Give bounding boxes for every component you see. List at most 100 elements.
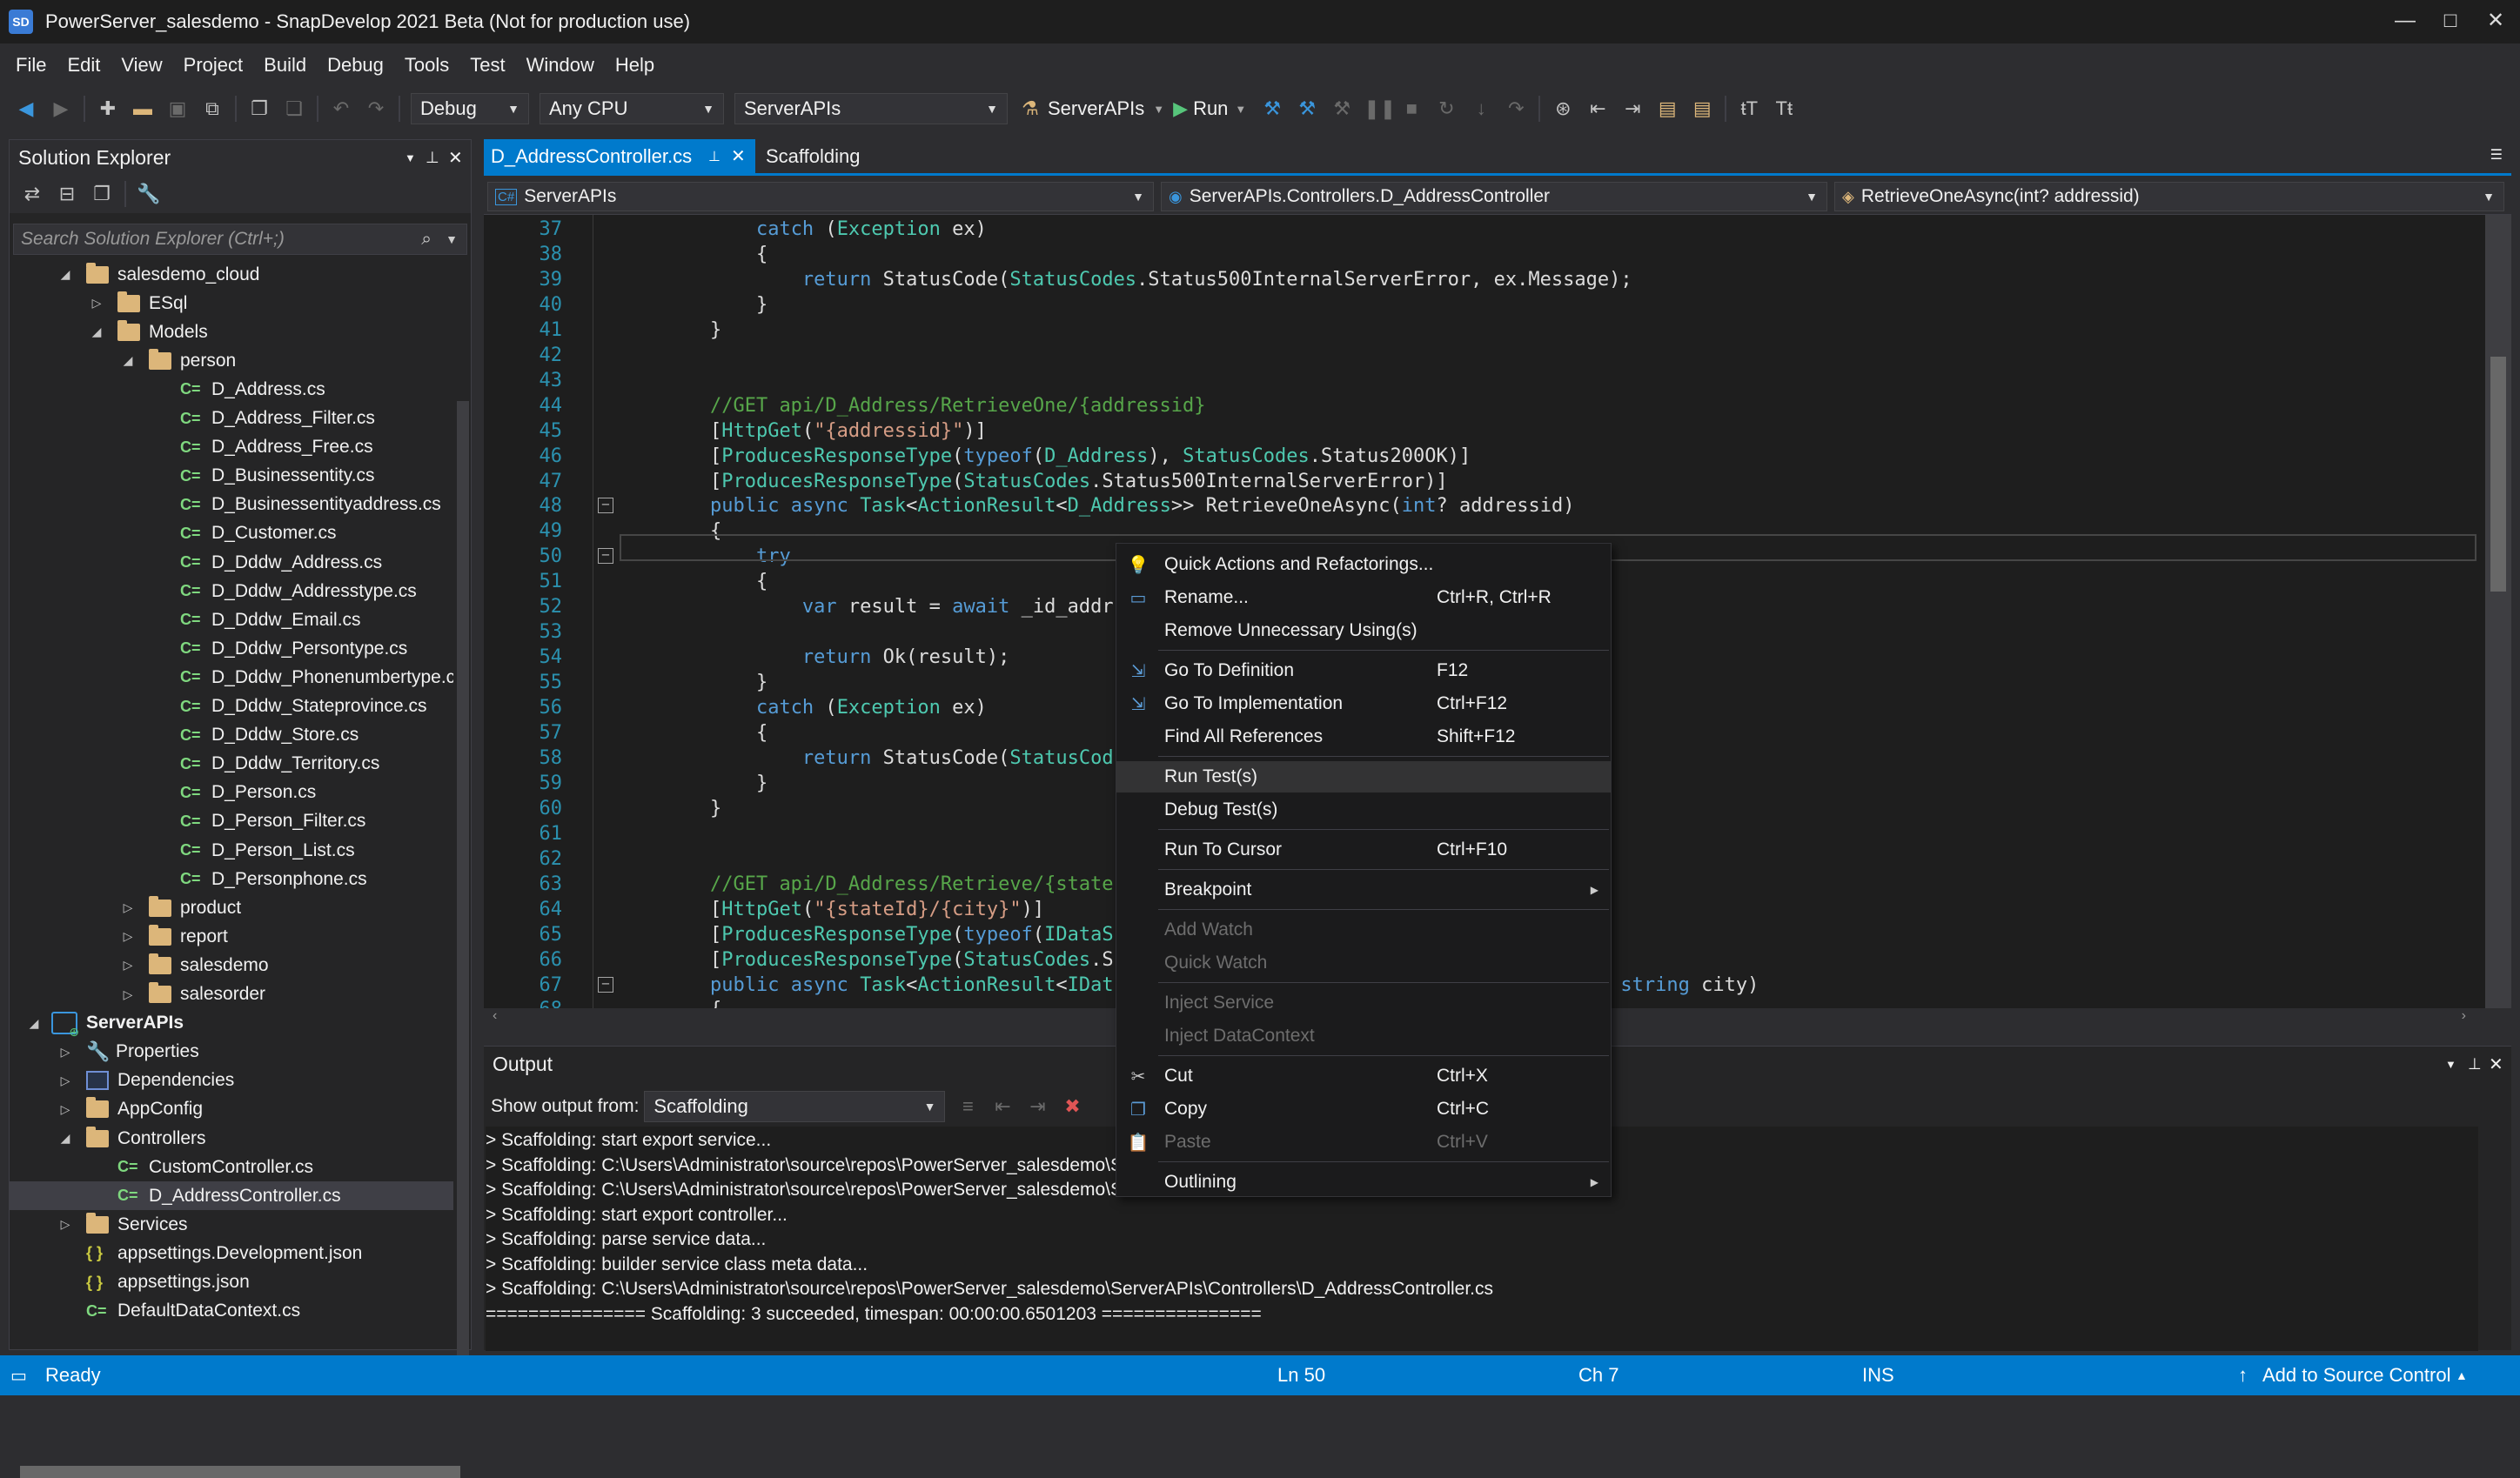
context-menu-item[interactable]: 💡 Quick Actions and Refactorings... (1116, 549, 1611, 580)
maximize-button[interactable]: □ (2433, 7, 2468, 35)
code-line[interactable]: 38 { (484, 242, 2485, 267)
expanded-arrow-icon[interactable]: ◢ (57, 267, 74, 282)
tree-item[interactable]: C= D_Address.cs (10, 375, 453, 404)
scroll-left-icon[interactable]: ‹ (493, 1008, 497, 1024)
context-menu-item[interactable]: ⇲ Go To Definition F12 (1116, 655, 1611, 686)
tree-item[interactable]: ▷ report (10, 922, 453, 951)
prev-message-icon[interactable]: ⇤ (989, 1093, 1015, 1120)
menu-debug[interactable]: Debug (317, 54, 394, 77)
code-line[interactable]: 48− public async Task<ActionResult<D_Add… (484, 493, 2485, 518)
tree-item[interactable]: C= DefaultDataContext.cs (10, 1297, 453, 1326)
context-menu-item[interactable]: Run To Cursor Ctrl+F10 (1116, 834, 1611, 866)
tree-item[interactable]: C= D_Dddw_Email.cs (10, 605, 453, 634)
pin-icon[interactable]: ⊥ (708, 148, 720, 165)
tree-item[interactable]: C= D_Dddw_Phonenumbertype.c (10, 663, 453, 692)
collapsed-arrow-icon[interactable]: ▷ (88, 296, 105, 311)
search-options-icon[interactable]: ▼ (446, 232, 458, 246)
expanded-arrow-icon[interactable]: ◢ (25, 1016, 43, 1031)
tree-item[interactable]: ◢ Models (10, 318, 453, 346)
pin-icon[interactable]: ⊥ (426, 149, 439, 167)
open-folder-icon[interactable]: ▬ (130, 96, 156, 122)
collapsed-arrow-icon[interactable]: ▷ (119, 987, 137, 1002)
back-icon[interactable]: ◀ (13, 96, 39, 122)
solution-search-input[interactable]: Search Solution Explorer (Ctrl+;) ⌕ ▼ (13, 224, 467, 255)
undo-icon[interactable]: ↶ (328, 96, 354, 122)
tree-item[interactable]: ▷ salesdemo (10, 951, 453, 980)
tree-item[interactable]: ▷ 🔧 Properties (10, 1038, 453, 1067)
panel-menu-icon[interactable]: ▼ (405, 151, 416, 164)
collapsed-arrow-icon[interactable]: ▷ (57, 1073, 74, 1088)
tree-item[interactable]: { } appsettings.Development.json (10, 1239, 453, 1267)
tree-item[interactable]: C= D_Businessentityaddress.cs (10, 491, 453, 519)
tree-item[interactable]: C= D_Personphone.cs (10, 865, 453, 893)
tree-item[interactable]: ▷ Services (10, 1210, 453, 1239)
restart-icon[interactable]: ↻ (1433, 96, 1459, 122)
minimize-button[interactable]: — (2388, 7, 2423, 35)
output-source-select[interactable]: Scaffolding ▼ (644, 1091, 946, 1122)
forward-icon[interactable]: ▶ (48, 96, 74, 122)
tab-scaffolding[interactable]: Scaffolding (759, 139, 933, 173)
context-menu-item[interactable]: Debug Test(s) (1116, 794, 1611, 826)
bookmark-icon[interactable]: ▤ (1654, 96, 1680, 122)
context-menu-item[interactable]: ❐ Copy Ctrl+C (1116, 1093, 1611, 1125)
bookmark-next-icon[interactable]: ▤ (1689, 96, 1715, 122)
tree-item[interactable]: ◢ Controllers (10, 1124, 453, 1153)
tree-horizontal-scrollbar[interactable] (20, 1466, 460, 1478)
collapse-all-icon[interactable]: ⊟ (54, 181, 80, 207)
context-menu-item[interactable]: Find All References Shift+F12 (1116, 721, 1611, 752)
tree-item[interactable]: C= D_AddressController.cs (10, 1181, 453, 1211)
menu-help[interactable]: Help (605, 54, 665, 77)
properties-wrench-icon[interactable]: 🔧 (136, 181, 162, 207)
class-nav-select[interactable]: ◉ ServerAPIs.Controllers.D_AddressContro… (1161, 182, 1827, 211)
step-over-icon[interactable]: ↷ (1503, 96, 1529, 122)
code-line[interactable]: 46 [ProducesResponseType(typeof(D_Addres… (484, 444, 2485, 469)
context-menu-item[interactable]: Remove Unnecessary Using(s) (1116, 615, 1611, 646)
next-message-icon[interactable]: ⇥ (1024, 1093, 1050, 1120)
pause-icon[interactable]: ❚❚ (1364, 96, 1396, 122)
context-menu-item[interactable]: ⇲ Go To Implementation Ctrl+F12 (1116, 688, 1611, 719)
collapse-region-icon[interactable]: − (598, 976, 613, 993)
expanded-arrow-icon[interactable]: ◢ (119, 353, 137, 368)
menu-build[interactable]: Build (253, 54, 317, 77)
tree-item[interactable]: C= D_Customer.cs (10, 519, 453, 548)
code-line[interactable]: 41 } (484, 318, 2485, 343)
project-nav-select[interactable]: C# ServerAPIs ▼ (487, 182, 1154, 211)
menu-view[interactable]: View (111, 54, 172, 77)
tree-item[interactable]: C= D_Dddw_Territory.cs (10, 750, 453, 779)
copy-icon[interactable]: ❐ (246, 96, 272, 122)
tree-item[interactable]: C= D_Dddw_Persontype.cs (10, 634, 453, 663)
code-line[interactable]: 45 [HttpGet("{addressid}")] (484, 418, 2485, 444)
pin-icon[interactable]: ⊥ (2468, 1055, 2482, 1073)
tree-scrollbar[interactable] (457, 401, 469, 1384)
chevron-up-icon[interactable]: ▲ (2456, 1368, 2468, 1382)
show-all-files-icon[interactable]: ❐ (89, 181, 115, 207)
run-dropdown-icon[interactable]: ▼ (1235, 103, 1246, 116)
tree-item[interactable]: C= D_Person.cs (10, 779, 453, 807)
context-menu-item[interactable]: Run Test(s) (1116, 761, 1611, 793)
run-icon[interactable]: ▶ (1173, 97, 1188, 120)
startup-project-label[interactable]: ServerAPIs (1048, 97, 1144, 120)
tab-d-addresscontroller[interactable]: D_AddressController.cs ⊥ ✕ (484, 139, 755, 173)
panel-menu-icon[interactable]: ▼ (2445, 1058, 2456, 1071)
font-decrease-icon[interactable]: Tŧ (1771, 96, 1797, 122)
code-line[interactable]: 47 [ProducesResponseType(StatusCodes.Sta… (484, 469, 2485, 494)
stop-icon[interactable]: ■ (1398, 96, 1424, 122)
tree-item[interactable]: ▷ product (10, 893, 453, 922)
collapsed-arrow-icon[interactable]: ▷ (57, 1102, 74, 1117)
tree-item[interactable]: C= CustomController.cs (10, 1153, 453, 1181)
close-window-button[interactable]: ✕ (2478, 7, 2513, 35)
sync-icon[interactable]: ⇄ (19, 181, 45, 207)
scroll-right-icon[interactable]: › (2462, 1008, 2466, 1024)
tab-overflow-icon[interactable]: ☰ (2490, 146, 2503, 164)
new-item-icon[interactable]: ✚ (95, 96, 121, 122)
context-menu-item[interactable]: ▭ Rename... Ctrl+R, Ctrl+R (1116, 582, 1611, 613)
tree-item[interactable]: ◢ ServerAPIs (10, 1009, 453, 1040)
context-menu-item[interactable]: ✂ Cut Ctrl+X (1116, 1060, 1611, 1092)
run-button[interactable]: Run (1193, 97, 1228, 120)
collapsed-arrow-icon[interactable]: ▷ (57, 1045, 74, 1060)
tree-item[interactable]: ▷ ESql (10, 289, 453, 318)
tree-item[interactable]: C= D_Dddw_Address.cs (10, 548, 453, 577)
outdent-icon[interactable]: ⇤ (1585, 96, 1611, 122)
tree-item[interactable]: C= D_Dddw_Store.cs (10, 721, 453, 750)
search-icon[interactable]: ⌕ (421, 229, 432, 250)
